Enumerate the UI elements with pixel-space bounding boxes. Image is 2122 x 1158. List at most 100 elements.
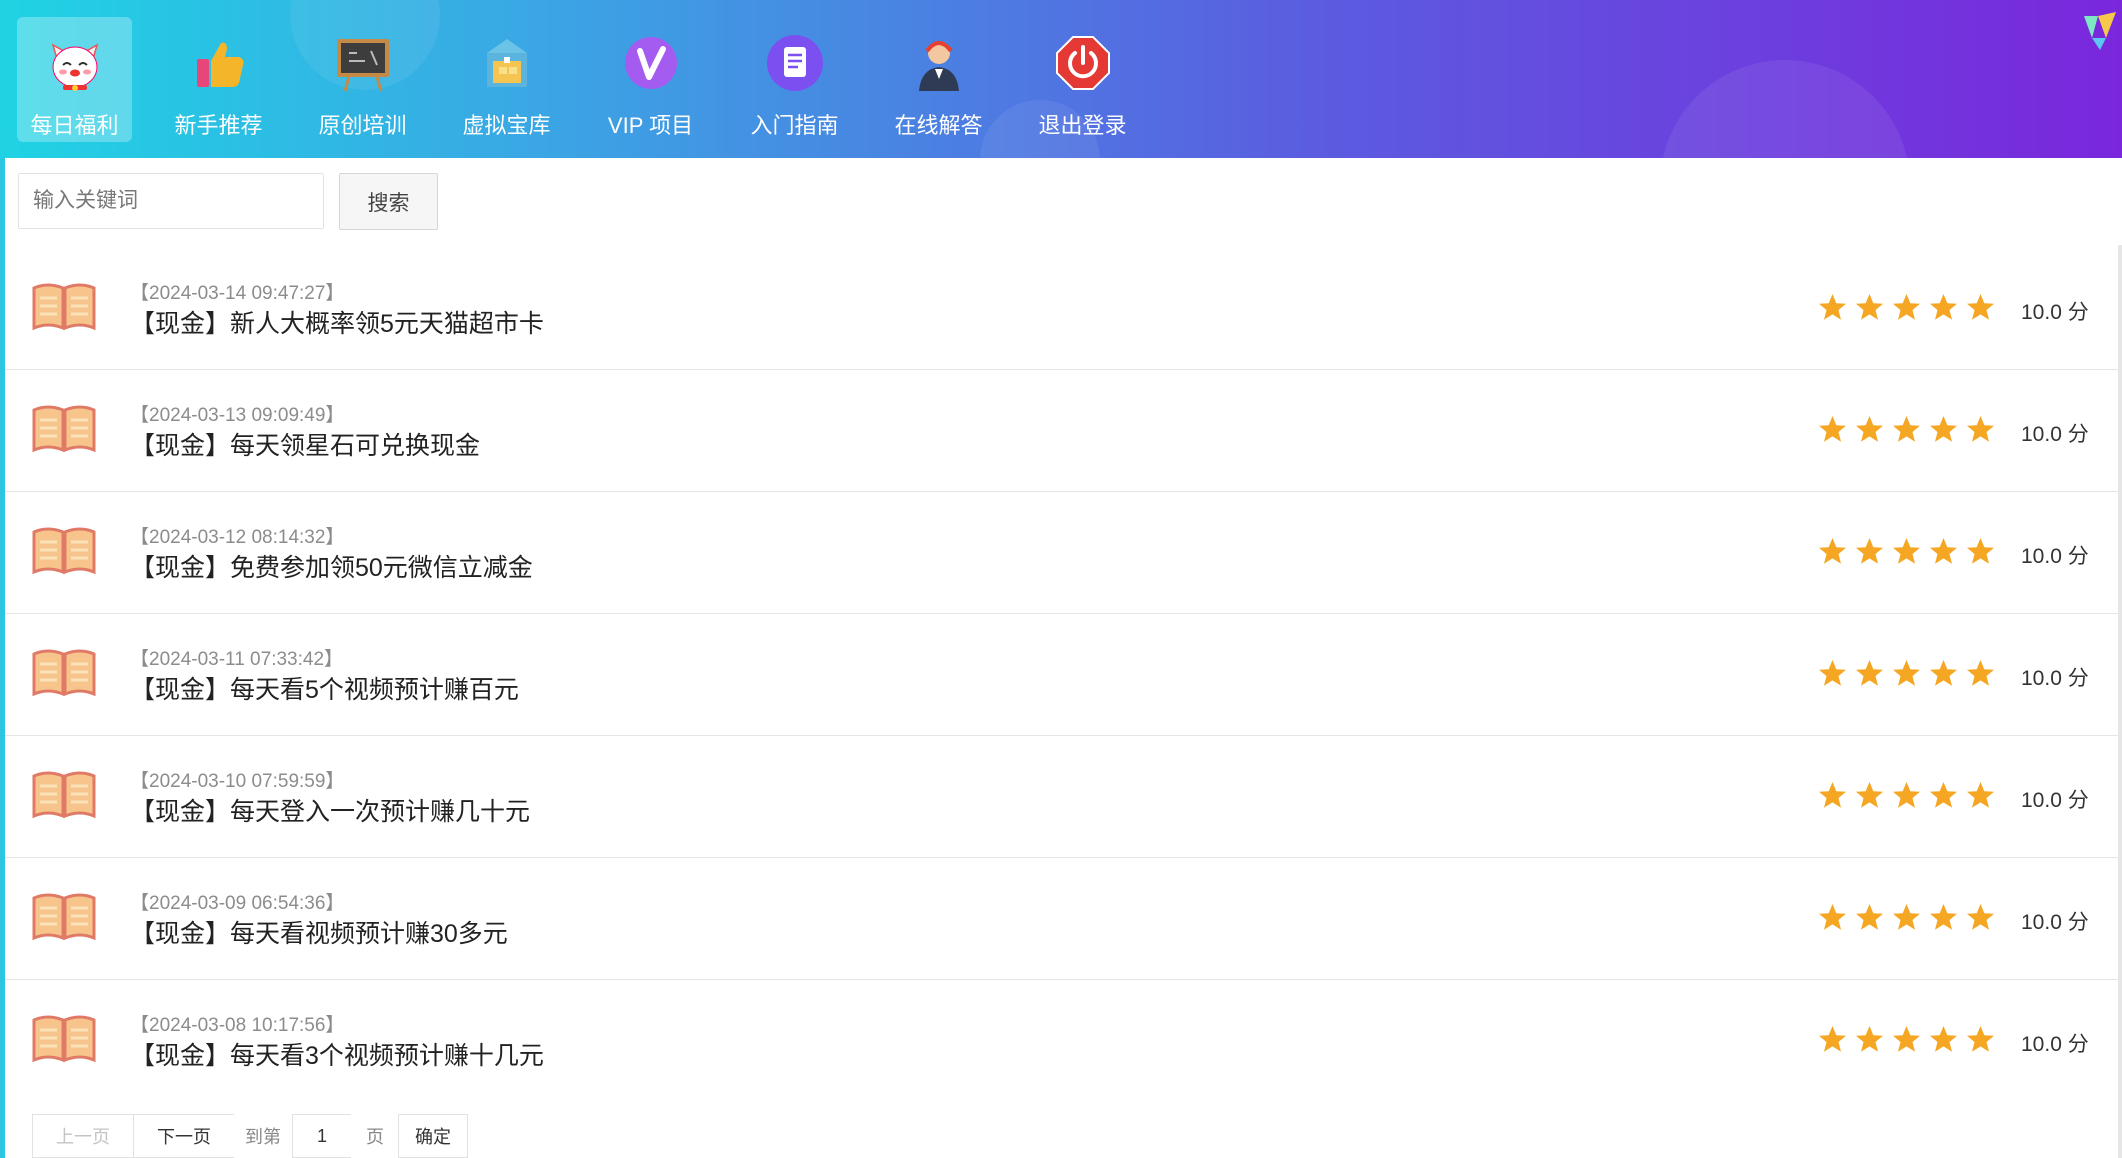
nav-item-beginner-picks[interactable]: 新手推荐 [161, 17, 276, 142]
goto-label: 到第 [234, 1114, 292, 1158]
book-icon [32, 893, 96, 941]
list-item[interactable]: 【2024-03-14 09:47:27】 【现金】新人大概率领5元天猫超市卡 … [5, 248, 2118, 370]
star-icon [1967, 660, 1994, 686]
treasure-box-icon [486, 39, 527, 87]
scrollbar-track[interactable] [2118, 245, 2122, 1158]
star-icon [1856, 660, 1883, 686]
rating-score: 10.0 分 [2021, 667, 2089, 690]
nav-label: 虚拟宝库 [462, 113, 551, 138]
star-icon [1930, 1026, 1957, 1052]
post-title-link[interactable]: 【现金】新人大概率领5元天猫超市卡 [130, 304, 544, 340]
rating-score: 10.0 分 [2021, 911, 2089, 934]
star-icon [1967, 1026, 1994, 1052]
nav-label: 入门指南 [750, 113, 839, 138]
nav-item-daily-benefits[interactable]: 每日福利 [17, 17, 132, 142]
star-icon [1930, 538, 1957, 564]
pagination: 上一页 下一页 到第 页 确定 [32, 1114, 468, 1158]
star-icon [1856, 1026, 1883, 1052]
nav-label: 退出登录 [1038, 113, 1127, 138]
search-button[interactable]: 搜索 [339, 173, 438, 230]
star-icon [1893, 904, 1920, 930]
nav-item-logout[interactable]: 退出登录 [1025, 17, 1140, 142]
star-icon [1893, 1026, 1920, 1052]
post-date: 【2024-03-08 10:17:56】 [130, 1015, 345, 1036]
post-title-link[interactable]: 【现金】每天登入一次预计赚几十元 [130, 792, 530, 828]
rating-stars [1818, 293, 2003, 321]
post-date: 【2024-03-11 07:33:42】 [130, 649, 344, 670]
book-icon [32, 283, 96, 331]
star-icon [1967, 904, 1994, 930]
star-icon [1856, 538, 1883, 564]
post-title-link[interactable]: 【现金】每天看5个视频预计赚百元 [130, 670, 519, 706]
star-icon [1967, 294, 1994, 320]
post-date: 【2024-03-13 09:09:49】 [130, 405, 345, 426]
star-icon [1893, 782, 1920, 808]
nav-item-virtual-treasury[interactable]: 虚拟宝库 [449, 17, 564, 142]
vip-icon [624, 37, 677, 89]
next-page-button[interactable]: 下一页 [133, 1114, 235, 1158]
star-icon [1893, 660, 1920, 686]
list-item[interactable]: 【2024-03-08 10:17:56】 【现金】每天看3个视频预计赚十几元 … [5, 980, 2118, 1101]
star-icon [1967, 782, 1994, 808]
star-icon [1819, 660, 1846, 686]
list-item[interactable]: 【2024-03-11 07:33:42】 【现金】每天看5个视频预计赚百元 1… [5, 614, 2118, 736]
list-item[interactable]: 【2024-03-12 08:14:32】 【现金】免费参加领50元微信立减金 … [5, 492, 2118, 614]
book-icon [32, 1015, 96, 1063]
nav-item-getting-started[interactable]: 入门指南 [737, 17, 852, 142]
star-icon [1819, 294, 1846, 320]
star-icon [1856, 294, 1883, 320]
rating-stars [1818, 903, 2003, 931]
nav-label: 原创培训 [318, 113, 407, 138]
nav-item-online-answers[interactable]: 在线解答 [881, 17, 996, 142]
rating-stars [1818, 415, 2003, 443]
rating-score: 10.0 分 [2021, 545, 2089, 568]
star-icon [1819, 1026, 1846, 1052]
star-icon [1819, 538, 1846, 564]
prev-page-button[interactable]: 上一页 [32, 1114, 134, 1158]
confirm-page-button[interactable]: 确定 [398, 1114, 468, 1158]
star-icon [1856, 904, 1883, 930]
star-icon [1930, 904, 1957, 930]
search-input[interactable] [18, 173, 324, 229]
rating-score: 10.0 分 [2021, 789, 2089, 812]
nav-item-vip-projects[interactable]: VIP 项目 [593, 17, 708, 142]
brand-logo-icon [2084, 12, 2116, 50]
rating-score: 10.0 分 [2021, 423, 2089, 446]
nav-item-original-training[interactable]: 原创培训 [305, 17, 420, 142]
post-title-link[interactable]: 【现金】每天领星石可兑换现金 [130, 426, 480, 462]
post-date: 【2024-03-09 06:54:36】 [130, 893, 345, 914]
nav-label: 在线解答 [894, 113, 983, 138]
main-nav: 每日福利 新手推荐 原创培训 虚拟宝库 VIP 项目 入门指南 在线解答 退出登… [17, 17, 1169, 142]
book-icon [32, 649, 96, 697]
post-date: 【2024-03-12 08:14:32】 [130, 527, 345, 548]
rating-stars [1818, 1025, 2003, 1053]
star-icon [1856, 416, 1883, 442]
star-icon [1930, 660, 1957, 686]
post-date: 【2024-03-14 09:47:27】 [130, 283, 345, 304]
top-navigation-banner: 每日福利 新手推荐 原创培训 虚拟宝库 VIP 项目 入门指南 在线解答 退出登… [0, 0, 2122, 158]
book-icon [32, 771, 96, 819]
decorative-bubble [1660, 60, 1910, 158]
list-item[interactable]: 【2024-03-10 07:59:59】 【现金】每天登入一次预计赚几十元 1… [5, 736, 2118, 858]
page-number-input[interactable] [292, 1114, 352, 1158]
star-icon [1967, 538, 1994, 564]
lucky-cat-icon [51, 43, 98, 91]
post-date: 【2024-03-10 07:59:59】 [130, 771, 345, 792]
power-icon [1055, 36, 1110, 90]
star-icon [1893, 538, 1920, 564]
star-icon [1819, 782, 1846, 808]
star-icon [1819, 416, 1846, 442]
post-title-link[interactable]: 【现金】免费参加领50元微信立减金 [130, 548, 533, 584]
post-title-link[interactable]: 【现金】每天看视频预计赚30多元 [130, 914, 508, 950]
star-icon [1893, 294, 1920, 320]
post-list: 【2024-03-14 09:47:27】 【现金】新人大概率领5元天猫超市卡 … [5, 248, 2118, 1101]
post-title-link[interactable]: 【现金】每天看3个视频预计赚十几元 [130, 1036, 544, 1072]
star-icon [1930, 294, 1957, 320]
star-icon [1856, 782, 1883, 808]
book-icon [32, 527, 96, 575]
rating-stars [1818, 781, 2003, 809]
list-item[interactable]: 【2024-03-09 06:54:36】 【现金】每天看视频预计赚30多元 1… [5, 858, 2118, 980]
list-item[interactable]: 【2024-03-13 09:09:49】 【现金】每天领星石可兑换现金 10.… [5, 370, 2118, 492]
star-icon [1967, 416, 1994, 442]
nav-label: 新手推荐 [174, 113, 263, 138]
